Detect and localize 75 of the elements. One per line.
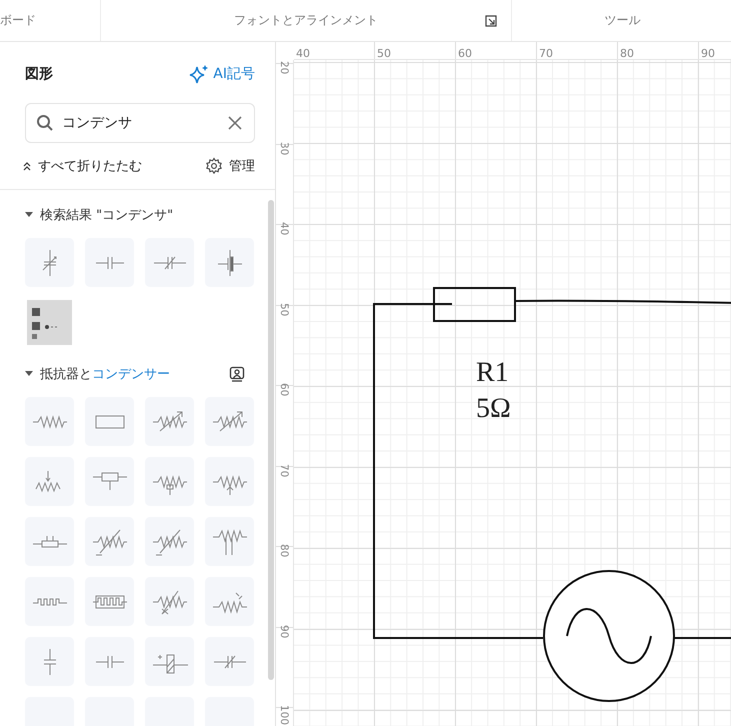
settings-icon (205, 157, 223, 175)
shape-tile[interactable] (85, 397, 134, 446)
shape-tile[interactable] (205, 457, 254, 506)
shape-tile[interactable] (205, 238, 254, 287)
shape-tile[interactable] (85, 577, 134, 626)
manage-button[interactable]: 管理 (205, 157, 255, 175)
ruler-number: 90 (701, 47, 715, 59)
ruler-number: 60 (458, 47, 472, 59)
thermistor-icon (152, 528, 188, 556)
shape-tile[interactable] (205, 637, 254, 686)
ruler-number: 50 (278, 302, 290, 316)
ruler-number: 40 (278, 222, 290, 236)
ruler-number: 100 (278, 705, 290, 726)
caret-icon (25, 212, 33, 218)
ribbon-group-label: ボード (0, 12, 36, 29)
ruler-number: 60 (278, 383, 290, 396)
ruler-number: 50 (377, 47, 391, 59)
shape-tile[interactable] (205, 517, 254, 566)
shape-tile[interactable] (25, 457, 74, 506)
section-header[interactable]: 検索結果 "コンデンサ" (25, 206, 174, 224)
meander-resistor-icon (92, 594, 128, 608)
double-chevron-up-icon (22, 161, 32, 171)
thermistor-icon (92, 528, 128, 556)
shape-tile[interactable] (85, 637, 134, 686)
shape-tile[interactable] (25, 238, 74, 287)
capacitor-icon (42, 648, 56, 676)
shape-tile[interactable] (145, 397, 194, 446)
ruler-number: 40 (296, 47, 310, 59)
ruler-number: 80 (620, 47, 634, 59)
ruler-number: 30 (278, 142, 290, 155)
ruler-number: 70 (539, 47, 553, 59)
sparkle-icon (189, 64, 210, 84)
shape-tile[interactable] (25, 397, 74, 446)
shape-tile[interactable] (25, 298, 74, 347)
ai-symbol-link[interactable]: AI記号 (189, 64, 255, 84)
ruler-number: 90 (278, 624, 290, 638)
thumbnail-picture-icon (27, 300, 72, 345)
shape-tile[interactable] (25, 637, 74, 686)
shape-tile[interactable] (145, 517, 194, 566)
caret-icon (25, 371, 33, 377)
capacitor-icon (94, 654, 124, 668)
meander-resistor-icon (32, 598, 68, 606)
component-label: 5Ω (476, 393, 511, 424)
panel-title: 図形 (25, 65, 53, 83)
shape-tile[interactable] (25, 517, 74, 566)
component-label: R1 (476, 357, 509, 388)
shape-tile[interactable] (25, 577, 74, 626)
resistor-box-icon (94, 414, 124, 428)
ruler-number: 70 (278, 464, 290, 477)
shape-tile[interactable] (85, 238, 134, 287)
shape-tile[interactable] (85, 517, 134, 566)
shape-tile[interactable] (145, 577, 194, 626)
dialog-launcher-icon[interactable] (485, 15, 497, 27)
capacitor-icon (94, 256, 124, 270)
ruler-number: 80 (278, 544, 290, 558)
ruler-number: 20 (278, 61, 290, 74)
ribbon-group-label: フォントとアラインメント (234, 12, 378, 29)
shape-tile[interactable] (205, 397, 254, 446)
shape-tile[interactable] (145, 238, 194, 287)
tapped-resistor-icon (92, 472, 128, 491)
shape-tile[interactable] (205, 577, 254, 626)
search-field[interactable]: コンデンサ (25, 103, 255, 143)
shape-tile[interactable] (145, 457, 194, 506)
two-tap-resistor-icon (32, 535, 68, 548)
user-card-icon[interactable] (229, 366, 245, 382)
ribbon-group-label: ツール (604, 12, 640, 29)
multi-tap-resistor-icon (212, 528, 248, 556)
section-header[interactable]: 抵抗器と コンデンサー (25, 365, 170, 383)
shape-tile[interactable] (145, 637, 194, 686)
collapse-all-button[interactable]: すべて折りたたむ (22, 157, 142, 175)
shape-tile[interactable] (85, 457, 134, 506)
search-icon (36, 114, 54, 132)
wire (674, 637, 731, 639)
clear-icon[interactable] (228, 116, 242, 130)
scrollbar[interactable] (268, 200, 274, 680)
